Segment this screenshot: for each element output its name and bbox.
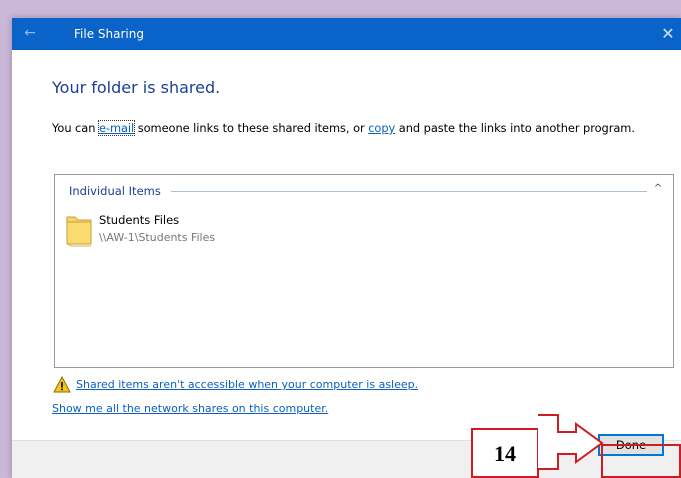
copy-link[interactable]: copy — [368, 121, 395, 135]
collapse-caret-icon[interactable]: ^ — [651, 180, 665, 196]
desc-text-3: and paste the links into another program… — [395, 121, 635, 135]
group-divider — [171, 191, 647, 192]
email-link[interactable]: e-mail — [97, 120, 136, 136]
page-heading: Your folder is shared. — [52, 78, 221, 97]
sleep-warning-link[interactable]: Shared items aren't accessible when your… — [76, 378, 418, 391]
close-icon[interactable]: ✕ — [657, 18, 679, 50]
desc-text-2: someone links to these shared items, or — [134, 121, 369, 135]
group-header-individual-items[interactable]: Individual Items — [69, 184, 161, 198]
callout-arrow-icon — [538, 414, 604, 470]
done-highlight-box — [601, 444, 681, 478]
item-path: \\AW-1\Students Files — [99, 231, 216, 244]
share-description: You can e-mail someone links to these sh… — [52, 120, 635, 136]
warning-icon — [53, 376, 71, 393]
shared-items-list[interactable]: Individual Items ^ Students Files \\AW-1… — [54, 174, 674, 368]
item-name[interactable]: Students Files — [99, 213, 179, 227]
desc-text-1: You can — [52, 121, 99, 135]
file-sharing-dialog: ← File Sharing ✕ Your folder is shared. … — [12, 18, 681, 478]
network-shares-link[interactable]: Show me all the network shares on this c… — [52, 402, 328, 415]
step-number-label: 14 — [471, 428, 539, 478]
title-bar: ← File Sharing ✕ — [12, 18, 681, 50]
folder-icon — [66, 216, 92, 247]
window-title: File Sharing — [74, 27, 144, 41]
back-arrow-icon[interactable]: ← — [18, 18, 42, 50]
